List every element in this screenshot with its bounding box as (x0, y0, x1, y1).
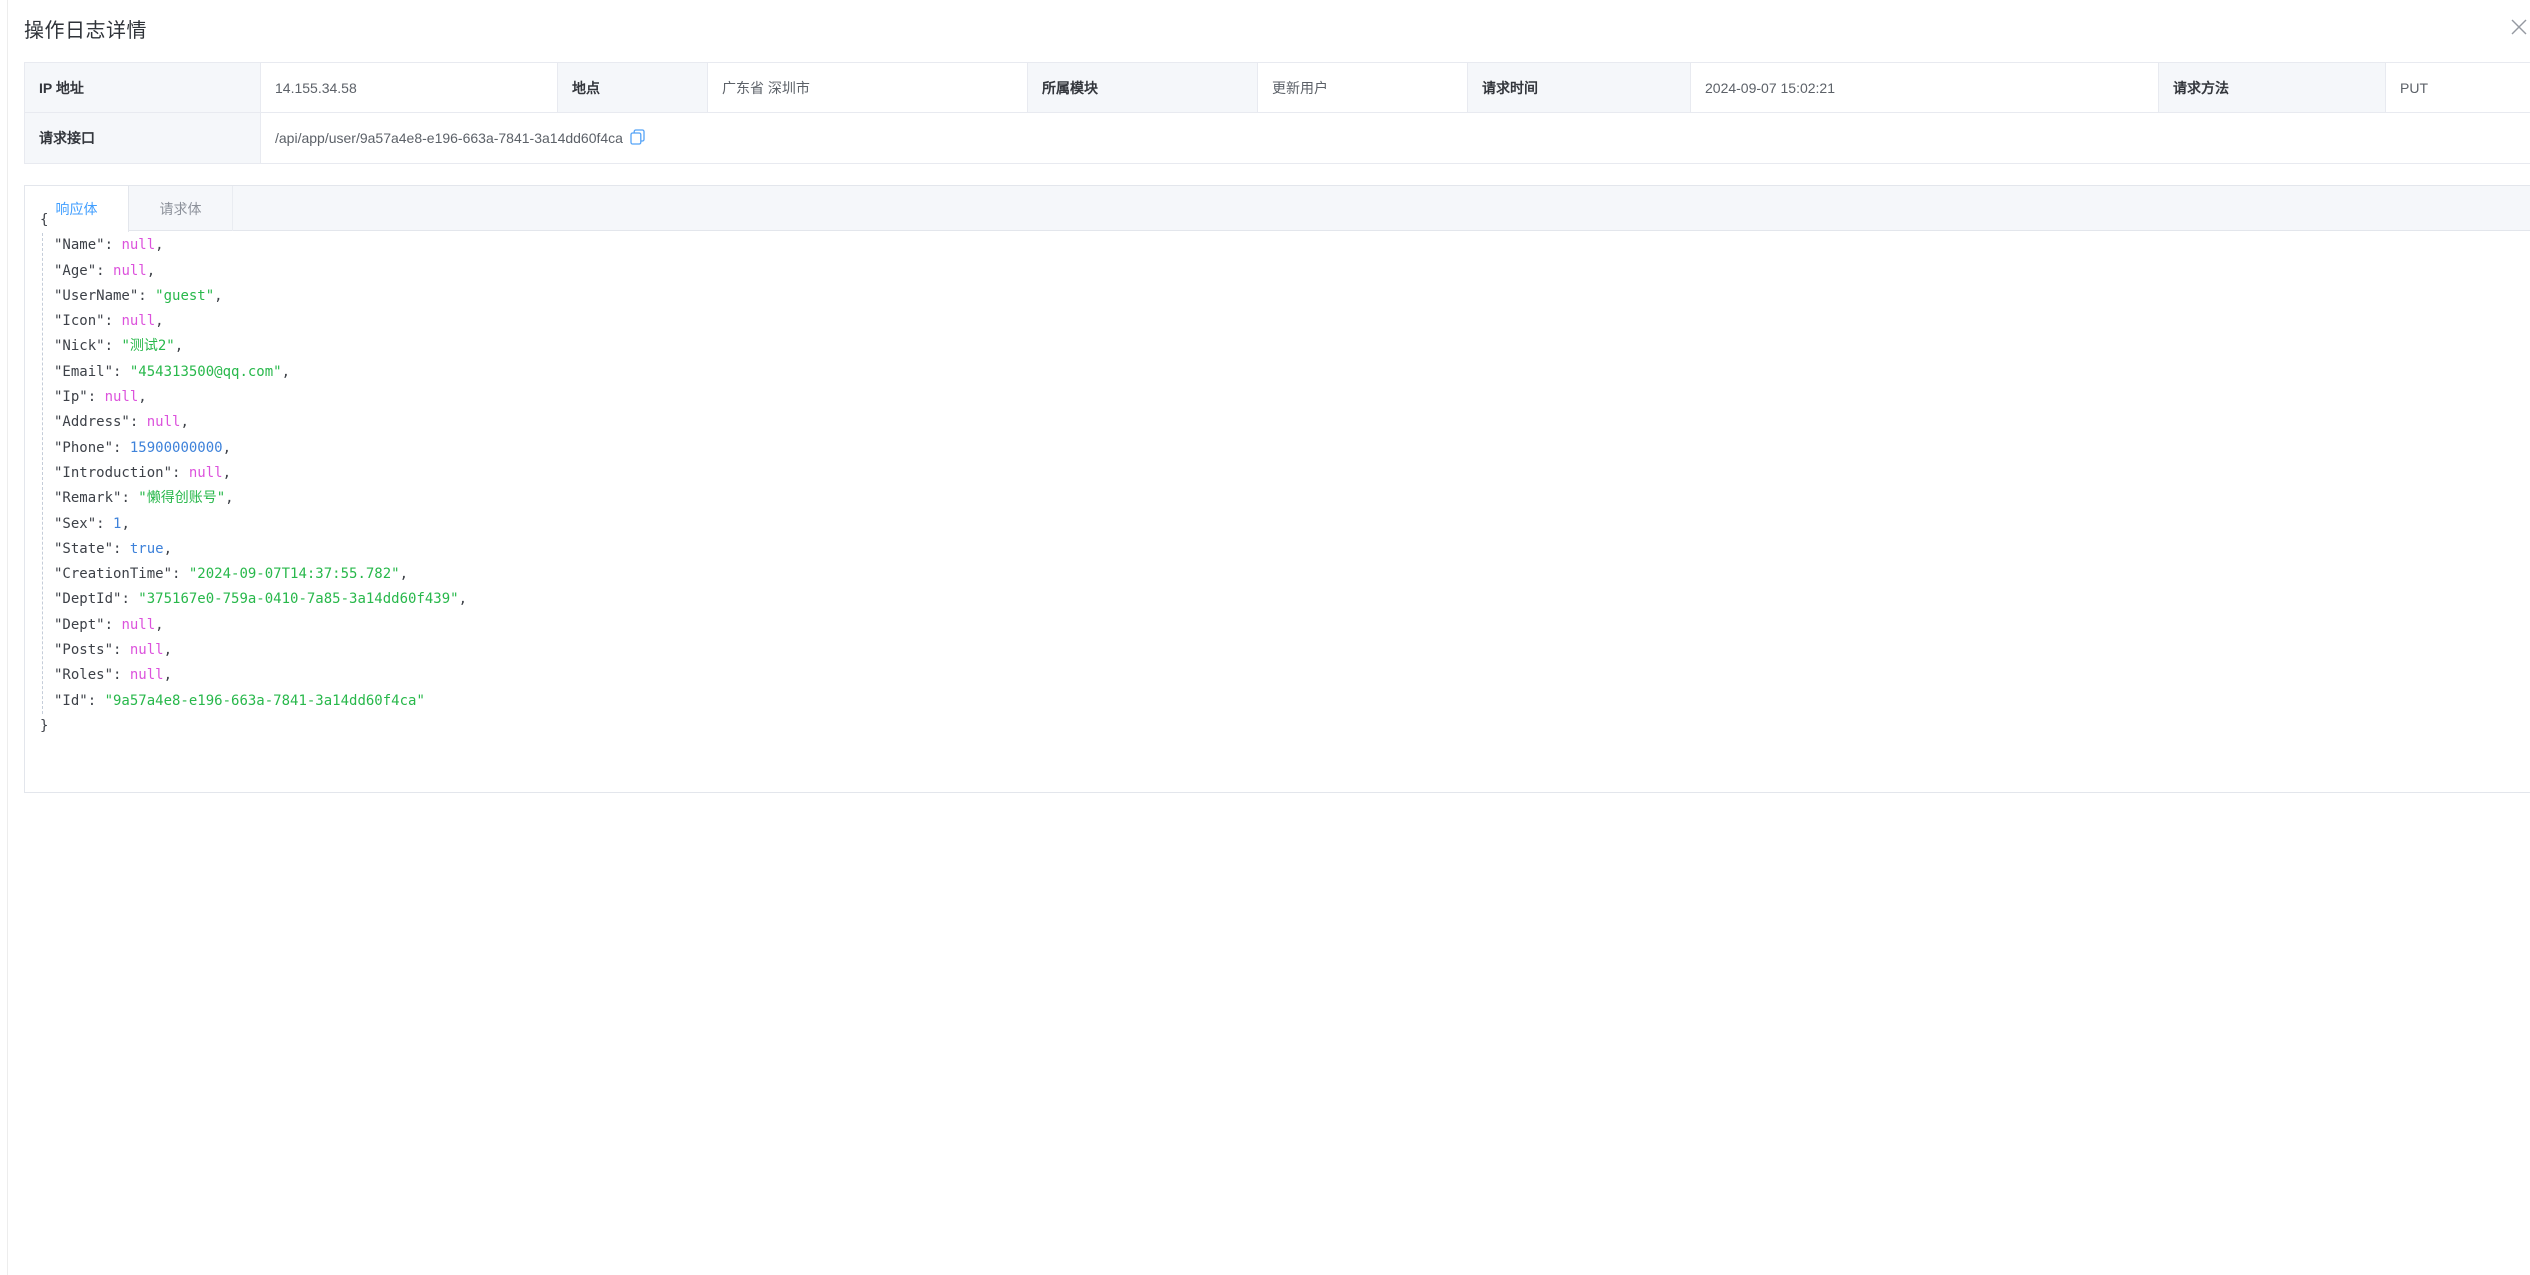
dialog-title: 操作日志详情 (24, 14, 147, 43)
json-line: "Email": "454313500@qq.com", (40, 360, 467, 385)
location-value: 广东省 深圳市 (708, 63, 1028, 113)
ip-label: IP 地址 (25, 63, 261, 113)
json-line: } (40, 714, 467, 739)
json-line: { (40, 208, 467, 233)
location-label: 地点 (558, 63, 708, 113)
body-tabs-panel: 响应体 请求体 {"Name": null,"Age": null,"UserN… (24, 185, 2530, 793)
json-line: "Address": null, (40, 410, 467, 435)
request-time-value: 2024-09-07 15:02:21 (1691, 63, 2159, 113)
json-line: "Sex": 1, (40, 512, 467, 537)
detail-row-1: IP 地址 14.155.34.58 地点 广东省 深圳市 所属模块 更新用户 … (25, 63, 2530, 113)
copy-icon (630, 129, 645, 148)
module-label: 所属模块 (1028, 63, 1258, 113)
close-button[interactable] (2510, 18, 2528, 36)
json-line: "Introduction": null, (40, 461, 467, 486)
request-method-label: 请求方法 (2159, 63, 2386, 113)
request-api-label: 请求接口 (25, 113, 261, 163)
request-method-value: PUT (2386, 63, 2530, 113)
json-viewer: {"Name": null,"Age": null,"UserName": "g… (40, 208, 467, 739)
json-line: "Posts": null, (40, 638, 467, 663)
json-line: "Ip": null, (40, 385, 467, 410)
json-line: "Phone": 15900000000, (40, 436, 467, 461)
module-value: 更新用户 (1258, 63, 1468, 113)
json-line: "UserName": "guest", (40, 284, 467, 309)
json-line: "DeptId": "375167e0-759a-0410-7a85-3a14d… (40, 587, 467, 612)
ip-value: 14.155.34.58 (261, 63, 558, 113)
json-line: "Dept": null, (40, 613, 467, 638)
json-line: "Age": null, (40, 259, 467, 284)
json-line: "Id": "9a57a4e8-e196-663a-7841-3a14dd60f… (40, 689, 467, 714)
json-line: "Icon": null, (40, 309, 467, 334)
json-line: "Remark": "懒得创账号", (40, 486, 467, 511)
request-api-path: /api/app/user/9a57a4e8-e196-663a-7841-3a… (275, 130, 623, 146)
detail-row-2: 请求接口 /api/app/user/9a57a4e8-e196-663a-78… (25, 113, 2530, 163)
request-api-value: /api/app/user/9a57a4e8-e196-663a-7841-3a… (261, 113, 2530, 163)
json-line: "CreationTime": "2024-09-07T14:37:55.782… (40, 562, 467, 587)
copy-button[interactable] (630, 129, 645, 148)
dialog-left-edge (7, 0, 8, 1275)
json-line: "Nick": "测试2", (40, 334, 467, 359)
close-icon (2510, 18, 2528, 36)
json-line: "State": true, (40, 537, 467, 562)
log-detail-table: IP 地址 14.155.34.58 地点 广东省 深圳市 所属模块 更新用户 … (24, 62, 2530, 164)
request-time-label: 请求时间 (1468, 63, 1691, 113)
json-line: "Name": null, (40, 233, 467, 258)
json-line: "Roles": null, (40, 663, 467, 688)
